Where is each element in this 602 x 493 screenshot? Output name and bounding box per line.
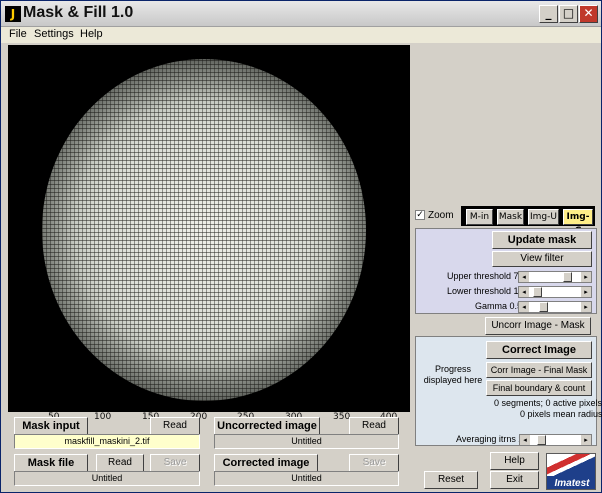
close-button[interactable]: ✕ <box>579 5 598 23</box>
final-boundary-count-button[interactable]: Final boundary & count <box>486 380 592 396</box>
title-bar[interactable]: J Mask & Fill 1.0 _ □ ✕ <box>1 1 601 27</box>
slider-left-arrow-icon[interactable]: ◂ <box>520 435 530 445</box>
mask-file-read-button[interactable]: Read <box>96 454 144 472</box>
reset-button[interactable]: Reset <box>424 471 478 489</box>
lower-threshold-label: Lower threshold 10 <box>447 286 524 296</box>
gamma-slider[interactable]: ◂ ▸ <box>518 301 592 313</box>
uncorrected-image-value: Untitled <box>214 434 399 449</box>
slider-right-arrow-icon[interactable]: ▸ <box>581 272 591 282</box>
progress-text: Progress displayed here <box>423 364 483 385</box>
mask-panel: Update mask View filter Upper threshold … <box>415 228 597 314</box>
zoom-checkbox[interactable]: ✓ <box>415 210 425 220</box>
menu-help[interactable]: Help <box>80 28 103 40</box>
lower-threshold-slider[interactable]: ◂ ▸ <box>518 286 592 298</box>
help-button[interactable]: Help <box>490 452 539 470</box>
mask-input-filename: maskfill_maskini_2.tif <box>14 434 200 449</box>
minimize-button[interactable]: _ <box>539 5 558 23</box>
logo-stripes <box>547 454 595 476</box>
mask-file-button[interactable]: Mask file <box>14 454 88 472</box>
upper-threshold-slider[interactable]: ◂ ▸ <box>518 271 592 283</box>
view-tab-group: M-in Mask Img-U Img-C <box>461 206 595 236</box>
segments-text: 0 segments; 0 active pixels <box>494 398 602 408</box>
corrected-image-button[interactable]: Corrected image <box>214 454 318 472</box>
mean-radius-text: 0 pixels mean radius <box>520 409 602 419</box>
slider-right-arrow-icon[interactable]: ▸ <box>581 287 591 297</box>
corr-image-final-mask-button[interactable]: Corr Image - Final Mask <box>486 362 592 378</box>
logo-wordmark: Imatest <box>547 476 595 489</box>
averaging-label: Averaging itrns 2 <box>456 434 524 444</box>
menu-bar: File Settings Help <box>1 27 601 43</box>
slider-right-arrow-icon[interactable]: ▸ <box>581 302 591 312</box>
exit-button[interactable]: Exit <box>490 471 539 489</box>
mask-input-button[interactable]: Mask input <box>14 417 88 435</box>
view-filter-button[interactable]: View filter <box>492 251 592 267</box>
slider-thumb[interactable] <box>537 435 546 445</box>
correct-image-button[interactable]: Correct Image <box>486 341 592 359</box>
upper-threshold-label: Upper threshold 70 <box>447 271 524 281</box>
slider-left-arrow-icon[interactable]: ◂ <box>519 302 529 312</box>
slider-left-arrow-icon[interactable]: ◂ <box>519 272 529 282</box>
window-title: Mask & Fill 1.0 <box>23 4 134 21</box>
imatest-logo: Imatest <box>546 453 596 490</box>
tab-image-uncorrected[interactable]: Img-U <box>528 209 559 225</box>
averaging-slider[interactable]: ◂ ▸ <box>519 434 592 446</box>
corrected-image-value: Untitled <box>214 471 399 486</box>
menu-settings[interactable]: Settings <box>34 28 74 40</box>
uncorrected-read-button[interactable]: Read <box>349 417 399 435</box>
slider-thumb[interactable] <box>533 287 542 297</box>
slider-left-arrow-icon[interactable]: ◂ <box>519 287 529 297</box>
image-display[interactable] <box>8 45 410 412</box>
image-disc <box>42 59 366 401</box>
app-window: J Mask & Fill 1.0 _ □ ✕ File Settings He… <box>0 0 602 493</box>
tab-mask[interactable]: Mask <box>497 209 524 225</box>
mask-input-read-button[interactable]: Read <box>150 417 200 435</box>
slider-thumb[interactable] <box>539 302 548 312</box>
slider-thumb[interactable] <box>563 272 572 282</box>
slider-right-arrow-icon[interactable]: ▸ <box>581 435 591 445</box>
mask-file-value: Untitled <box>14 471 200 486</box>
menu-file[interactable]: File <box>9 28 27 40</box>
axis-tick: 350 <box>333 412 351 422</box>
axis-tick: 100 <box>94 412 112 422</box>
corrected-save-button[interactable]: Save <box>349 454 399 472</box>
gamma-label: Gamma 0.5 <box>475 301 523 311</box>
zoom-label: Zoom <box>428 210 454 221</box>
tab-mask-input[interactable]: M-in <box>466 209 493 225</box>
mask-file-save-button[interactable]: Save <box>150 454 200 472</box>
correct-panel: Correct Image Progress displayed here Co… <box>415 336 602 446</box>
uncorr-image-mask-button[interactable]: Uncorr Image - Mask <box>485 317 591 335</box>
uncorrected-image-button[interactable]: Uncorrected image <box>214 417 320 435</box>
app-icon: J <box>5 6 21 22</box>
update-mask-button[interactable]: Update mask <box>492 231 592 249</box>
maximize-button[interactable]: □ <box>559 5 578 23</box>
tab-image-corrected[interactable]: Img-C <box>563 209 593 236</box>
